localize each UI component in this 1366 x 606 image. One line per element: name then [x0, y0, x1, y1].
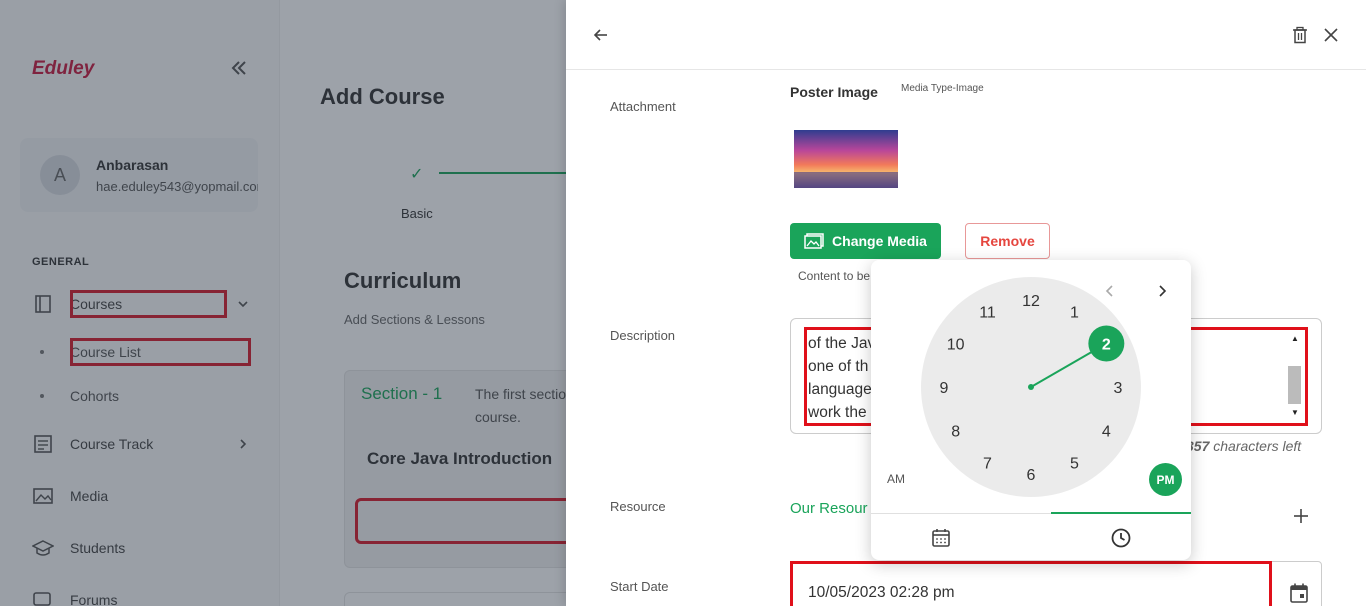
clock-hour-10[interactable]: 10	[947, 337, 965, 354]
attachment-label: Attachment	[610, 99, 676, 114]
poster-image-label: Poster Image	[790, 84, 878, 100]
clock-icon[interactable]	[1111, 528, 1131, 548]
close-icon[interactable]	[1323, 27, 1339, 43]
clock-hour-4[interactable]: 4	[1102, 424, 1111, 441]
change-media-button[interactable]: Change Media	[790, 223, 941, 259]
scroll-up-icon[interactable]: ▲	[1291, 334, 1299, 343]
back-arrow-icon[interactable]	[592, 26, 610, 44]
content-note: Content to be	[798, 269, 871, 283]
clock-hour-2[interactable]: 2	[1102, 337, 1111, 354]
clock-hour-12[interactable]: 12	[1022, 293, 1040, 310]
media-type-label: Media Type-Image	[901, 83, 984, 94]
drawer-header	[566, 0, 1366, 70]
add-resource-icon[interactable]	[1293, 508, 1309, 524]
clock-hour-3[interactable]: 3	[1114, 380, 1123, 397]
clock-hour-9[interactable]: 9	[940, 380, 949, 397]
poster-thumbnail	[794, 130, 898, 188]
clock-hour-5[interactable]: 5	[1070, 455, 1079, 472]
tab-indicator	[1051, 512, 1191, 514]
characters-left-text: characters left	[1209, 438, 1302, 454]
description-label: Description	[610, 328, 676, 343]
clock-hour-8[interactable]: 8	[951, 424, 960, 441]
picker-tabs	[871, 512, 1191, 560]
images-icon	[804, 233, 824, 249]
trash-icon[interactable]	[1291, 26, 1309, 44]
start-date-highlight	[790, 561, 1272, 606]
am-toggle[interactable]: AM	[887, 472, 905, 486]
clock-hour-6[interactable]: 6	[1027, 467, 1036, 484]
scroll-down-icon[interactable]: ▼	[1291, 408, 1299, 417]
clock-hour-1[interactable]: 1	[1070, 305, 1079, 322]
clock-center	[1028, 384, 1034, 390]
clock-hour-11[interactable]: 11	[979, 305, 996, 322]
textarea-scrollbar[interactable]	[1288, 366, 1301, 404]
clock-hour-7[interactable]: 7	[983, 455, 992, 472]
clock-face[interactable]: 121234567891011	[871, 260, 1191, 510]
time-picker: 12 1 2 3 4 5 6 7 8 9 10 11 AM PM	[871, 260, 1191, 560]
tab-our-resources[interactable]: Our Resour	[790, 500, 868, 517]
remove-button[interactable]: Remove	[965, 223, 1050, 259]
start-date-label: Start Date	[610, 579, 669, 594]
calendar-icon[interactable]	[931, 528, 951, 548]
modal-backdrop[interactable]	[0, 0, 566, 606]
resource-label: Resource	[610, 499, 666, 514]
calendar-icon[interactable]	[1289, 582, 1309, 604]
pm-toggle[interactable]: PM	[1149, 463, 1182, 496]
characters-left: 357 characters left	[1186, 438, 1301, 454]
change-media-label: Change Media	[832, 233, 927, 249]
